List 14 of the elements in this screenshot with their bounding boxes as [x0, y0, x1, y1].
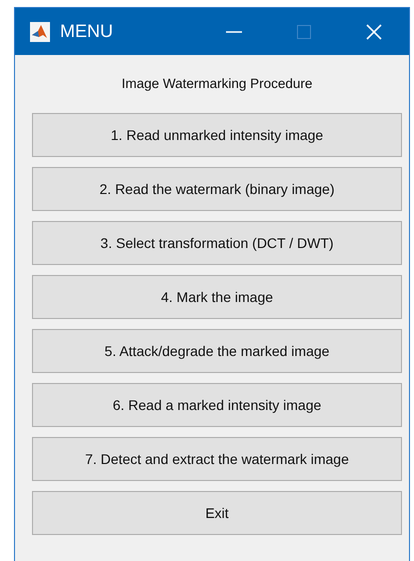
window-title: MENU	[60, 21, 113, 42]
minimize-icon	[226, 30, 242, 32]
close-icon	[365, 22, 383, 40]
menu-button[interactable]: 5. Attack/degrade the marked image	[32, 329, 402, 373]
menu-button[interactable]: 2. Read the watermark (binary image)	[32, 167, 402, 211]
menu-button[interactable]: 1. Read unmarked intensity image	[32, 113, 402, 157]
heading: Image Watermarking Procedure	[120, 75, 314, 93]
menu-button[interactable]: 7. Detect and extract the watermark image	[32, 437, 402, 481]
menu-button[interactable]: 6. Read a marked intensity image	[32, 383, 402, 427]
menu-button[interactable]: 3. Select transformation (DCT / DWT)	[32, 221, 402, 265]
app-icon	[30, 22, 50, 42]
maximize-icon	[295, 22, 313, 40]
menu-button[interactable]: 4. Mark the image	[32, 275, 402, 319]
menu-button[interactable]: Exit	[32, 491, 402, 535]
